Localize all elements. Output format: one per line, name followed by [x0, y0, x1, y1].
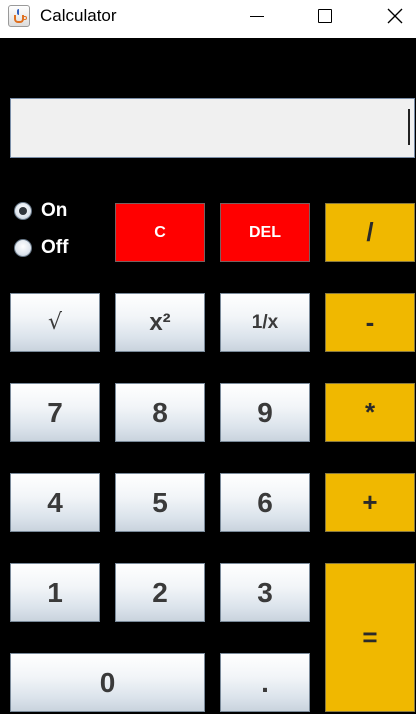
five-button[interactable]: 5	[115, 473, 205, 532]
radio-selected-icon	[14, 202, 32, 220]
power-on-label: On	[41, 200, 68, 221]
close-icon	[387, 8, 403, 24]
title-bar: Calculator	[0, 0, 416, 38]
three-button[interactable]: 3	[220, 563, 310, 622]
java-app-icon	[8, 5, 30, 27]
clear-button[interactable]: C	[115, 203, 205, 262]
eight-button[interactable]: 8	[115, 383, 205, 442]
minimize-icon	[250, 15, 264, 17]
add-button[interactable]: +	[325, 473, 415, 532]
display-field[interactable]	[10, 98, 415, 158]
multiply-button[interactable]: *	[325, 383, 415, 442]
seven-button[interactable]: 7	[10, 383, 100, 442]
divide-button[interactable]: /	[325, 203, 415, 262]
nine-button[interactable]: 9	[220, 383, 310, 442]
maximize-icon	[318, 9, 332, 23]
calculator-window: Calculator On Off C DEL / √ x² 1/x - 7 8	[0, 0, 416, 714]
delete-button[interactable]: DEL	[220, 203, 310, 262]
decimal-button[interactable]: .	[220, 653, 310, 712]
power-off-radio[interactable]: Off	[14, 236, 68, 260]
maximize-button[interactable]	[302, 0, 348, 32]
six-button[interactable]: 6	[220, 473, 310, 532]
equals-button[interactable]: =	[325, 563, 415, 712]
subtract-button[interactable]: -	[325, 293, 415, 352]
square-button[interactable]: x²	[115, 293, 205, 352]
minimize-button[interactable]	[234, 0, 280, 32]
reciprocal-button[interactable]: 1/x	[220, 293, 310, 352]
two-button[interactable]: 2	[115, 563, 205, 622]
close-button[interactable]	[372, 0, 416, 32]
sqrt-button[interactable]: √	[10, 293, 100, 352]
window-title: Calculator	[40, 6, 117, 25]
four-button[interactable]: 4	[10, 473, 100, 532]
text-caret	[408, 109, 410, 145]
power-on-radio[interactable]: On	[14, 199, 67, 223]
zero-button[interactable]: 0	[10, 653, 205, 712]
power-off-label: Off	[41, 237, 69, 258]
radio-unselected-icon	[14, 239, 32, 257]
one-button[interactable]: 1	[10, 563, 100, 622]
